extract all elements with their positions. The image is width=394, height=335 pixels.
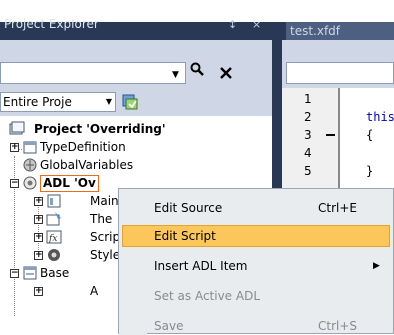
main-icon bbox=[46, 193, 62, 209]
line-number: 2 bbox=[304, 110, 312, 124]
panel-title: Project Explorer bbox=[4, 17, 99, 31]
line-number: 3 bbox=[304, 128, 312, 142]
tab-label: test.xfdf bbox=[290, 24, 341, 38]
editor-nav-field[interactable] bbox=[286, 62, 394, 84]
tree-item-style[interactable]: + Style bbox=[0, 246, 120, 264]
tree-item-script[interactable]: + fx Scrip bbox=[0, 228, 120, 246]
tree-label: The bbox=[90, 212, 113, 226]
scope-toolbar: Entire Proje ▼ bbox=[0, 88, 272, 116]
script-icon: fx bbox=[46, 229, 62, 245]
search-input[interactable] bbox=[0, 62, 186, 84]
expand-icon[interactable]: + bbox=[34, 251, 43, 260]
menu-item-edit-source[interactable]: Edit Source Ctrl+E bbox=[122, 197, 390, 219]
tree-label: GlobalVariables bbox=[40, 158, 134, 172]
adl-icon bbox=[22, 175, 38, 191]
tree-label: ADL 'Ov bbox=[40, 175, 99, 192]
menu-item-save[interactable]: Save Ctrl+S bbox=[122, 315, 390, 333]
line-number: 4 bbox=[304, 146, 312, 160]
code-text: { bbox=[366, 128, 374, 142]
menu-item-edit-script[interactable]: Edit Script bbox=[122, 225, 390, 247]
chevron-down-icon: ▼ bbox=[105, 97, 112, 106]
chevron-down-icon[interactable]: ▼ bbox=[172, 70, 179, 80]
submenu-arrow-icon: ▶ bbox=[373, 261, 380, 271]
collapse-icon[interactable]: − bbox=[10, 269, 19, 278]
menu-item-shortcut: Ctrl+S bbox=[318, 319, 358, 333]
tree-item-globalvariables[interactable]: GlobalVariables bbox=[0, 156, 200, 174]
menu-item-set-active-adl[interactable]: Set as Active ADL bbox=[122, 285, 390, 307]
expand-icon[interactable]: + bbox=[34, 287, 43, 296]
panel-close-icon[interactable]: × bbox=[252, 16, 261, 34]
project-explorer-titlebar: Project Explorer ↕ × bbox=[0, 17, 272, 40]
tree-label: TypeDefinition bbox=[40, 140, 126, 154]
tab-test-xfdf[interactable]: test.xfdf bbox=[286, 22, 394, 40]
tree-label: Base bbox=[40, 266, 70, 280]
scope-value: Entire Proje bbox=[3, 95, 72, 109]
tree-item-adl[interactable]: − ADL 'Ov bbox=[0, 174, 120, 192]
code-text: this bbox=[366, 110, 394, 124]
menu-item-insert-adl-item[interactable]: Insert ADL Item ▶ bbox=[122, 255, 390, 277]
editor-tabstrip: test.xfdf bbox=[282, 22, 394, 40]
expand-icon[interactable]: + bbox=[10, 143, 19, 152]
tree-item-base-child[interactable]: + A bbox=[0, 282, 120, 300]
project-icon bbox=[9, 121, 25, 137]
theme-icon bbox=[46, 211, 62, 227]
tree-label: Project 'Overriding' bbox=[34, 122, 166, 136]
search-icon[interactable] bbox=[190, 62, 204, 80]
tree-item-typedefinition[interactable]: + TypeDefinition bbox=[0, 138, 200, 156]
global-variables-icon bbox=[22, 157, 38, 173]
expand-icon[interactable]: + bbox=[34, 233, 43, 242]
tree-label: Style bbox=[90, 248, 121, 262]
base-icon bbox=[22, 265, 38, 281]
close-icon[interactable] bbox=[220, 60, 232, 80]
toolbar-icon[interactable] bbox=[121, 93, 139, 111]
line-number: 1 bbox=[304, 92, 312, 106]
scope-select[interactable]: Entire Proje ▼ bbox=[0, 92, 116, 112]
tree-item-theme[interactable]: + The bbox=[0, 210, 120, 228]
menu-item-shortcut: Ctrl+E bbox=[318, 201, 357, 215]
context-menu: Edit Source Ctrl+E Edit Script Insert AD… bbox=[118, 188, 394, 335]
menu-item-label: Save bbox=[154, 319, 184, 333]
line-number: 5 bbox=[304, 164, 312, 178]
type-definition-icon bbox=[22, 139, 38, 155]
collapse-icon[interactable]: − bbox=[10, 179, 19, 188]
style-icon bbox=[46, 247, 62, 263]
svg-text:fx: fx bbox=[48, 234, 57, 244]
menu-item-label: Edit Source bbox=[154, 201, 223, 215]
menu-item-label: Set as Active ADL bbox=[154, 289, 261, 303]
expand-icon[interactable]: + bbox=[34, 197, 43, 206]
pin-icon[interactable]: ↕ bbox=[228, 16, 237, 34]
tree-label: A bbox=[90, 284, 99, 298]
tree-item-main[interactable]: + Main bbox=[0, 192, 120, 210]
menu-item-label: Insert ADL Item bbox=[154, 259, 248, 273]
tree-label: Scrip bbox=[90, 230, 121, 244]
code-text: } bbox=[366, 164, 374, 178]
fold-icon[interactable] bbox=[326, 134, 335, 136]
menu-item-label: Edit Script bbox=[154, 229, 216, 243]
expand-icon[interactable]: + bbox=[34, 215, 43, 224]
editor-toolbar bbox=[282, 40, 394, 88]
tree-label: Main bbox=[90, 194, 119, 208]
tree-item-base[interactable]: − Base bbox=[0, 264, 120, 282]
search-bar: ▼ bbox=[0, 40, 272, 88]
